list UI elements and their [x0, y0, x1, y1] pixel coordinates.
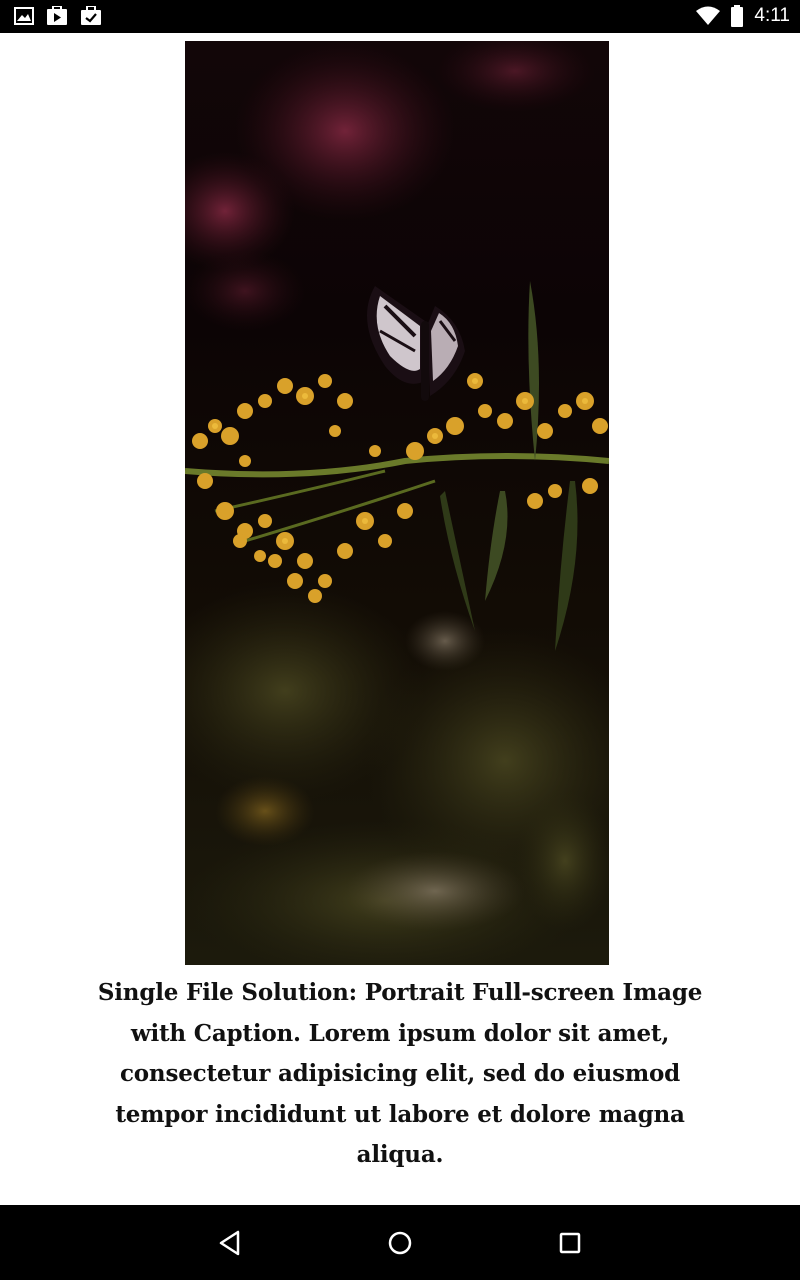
recents-icon[interactable] [556, 1229, 584, 1257]
home-icon[interactable] [386, 1229, 414, 1257]
status-time: 4:11 [754, 5, 790, 26]
status-bar: 4:11 [0, 0, 800, 33]
wifi-icon [696, 6, 721, 25]
navigation-bar [0, 1205, 800, 1280]
back-icon[interactable] [216, 1229, 244, 1257]
system-icons: 4:11 [696, 5, 790, 27]
battery-icon [731, 5, 744, 27]
play-store-icon [47, 6, 67, 25]
butterfly-photo [185, 41, 609, 965]
gallery-icon [14, 7, 34, 25]
image-caption: Single File Solution: Portrait Full-scre… [97, 979, 703, 1168]
notification-icons [14, 6, 102, 26]
shopping-bag-icon [81, 6, 101, 25]
photo-image [185, 41, 609, 965]
